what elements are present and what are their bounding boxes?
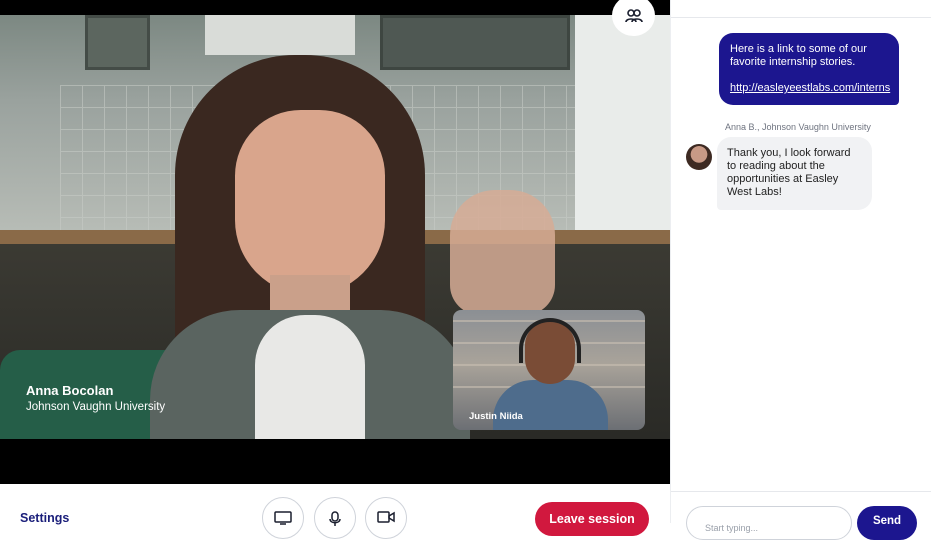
chat-header-divider: [671, 17, 931, 18]
incoming-message: Thank you, I look forward to reading abo…: [717, 137, 872, 210]
outgoing-message: Here is a link to some of our favorite i…: [719, 33, 899, 105]
screen-share-button[interactable]: [262, 497, 304, 539]
participants-icon: [624, 8, 643, 22]
message-sender: Anna B., Johnson Vaughn University: [725, 122, 871, 132]
pip-participant-torso: [493, 380, 608, 430]
camera-button[interactable]: [365, 497, 407, 539]
video-background-shelf: [85, 15, 150, 70]
leave-session-button[interactable]: Leave session: [535, 502, 649, 536]
avatar: [686, 144, 712, 170]
send-button[interactable]: Send: [857, 506, 917, 540]
control-bar: Settings Leave session: [0, 484, 670, 539]
participant-face: [235, 110, 385, 295]
chat-panel: Here is a link to some of our favorite i…: [670, 0, 931, 540]
pip-participant-name: Justin Niida: [469, 411, 523, 422]
microphone-icon: [329, 511, 341, 526]
video-stage: Anna Bocolan Johnson Vaughn University J…: [0, 0, 670, 484]
message-text: Here is a link to some of our favorite i…: [730, 43, 867, 68]
participant-shirt: [255, 315, 365, 439]
video-camera-icon: [377, 511, 395, 523]
video-background-shelf: [380, 15, 570, 70]
message-link[interactable]: http://easleyeestlabs.com/interns: [730, 82, 890, 95]
video-background-hood: [205, 15, 355, 55]
main-participant-name: Anna Bocolan: [26, 383, 114, 398]
microphone-button[interactable]: [314, 497, 356, 539]
main-participant-organization: Johnson Vaughn University: [26, 401, 166, 413]
chat-input-divider: [671, 491, 931, 492]
message-text: Thank you, I look forward to reading abo…: [727, 147, 851, 198]
participant-waving-hand: [450, 190, 555, 315]
chat-message-input[interactable]: [686, 506, 852, 540]
video-background-window: [575, 15, 670, 250]
